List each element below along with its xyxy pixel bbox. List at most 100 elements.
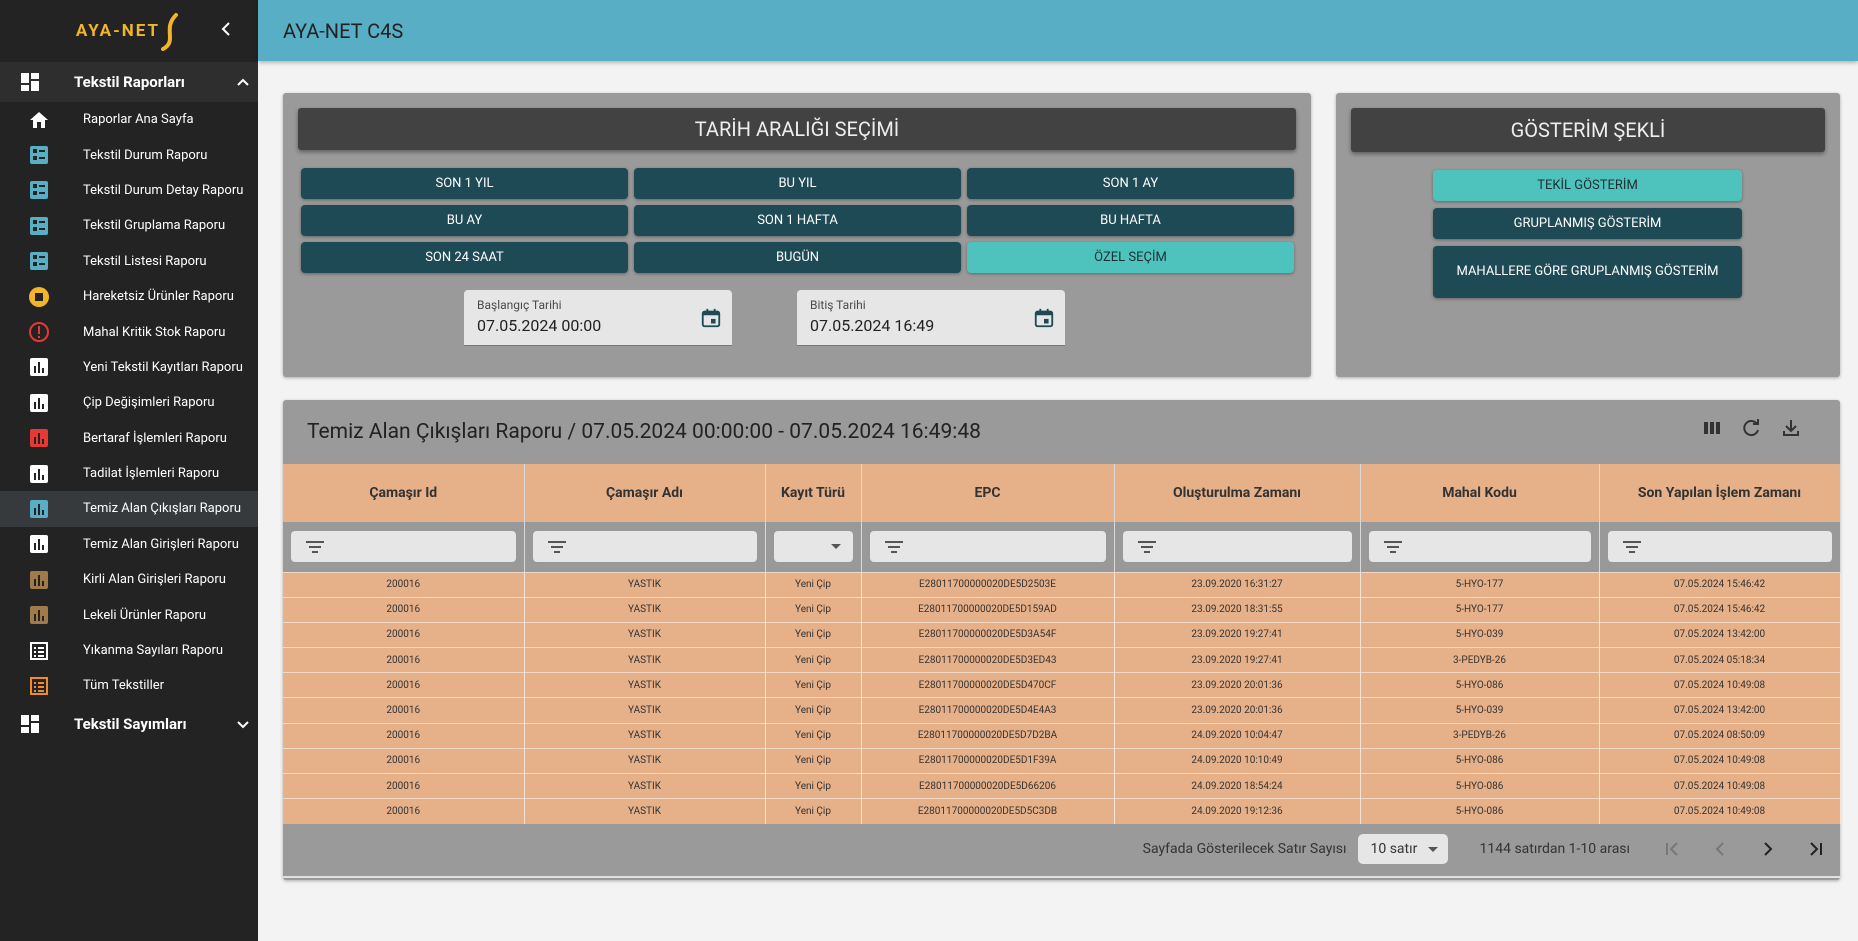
date-range-button[interactable]: SON 1 HAFTA	[634, 205, 961, 236]
nav-group-tekstil-raporlari[interactable]: Tekstil Raporları	[0, 62, 258, 102]
table-row[interactable]: 200016 YASTIK Yeni Çip E28011700000020DE5D4…	[283, 672, 1841, 698]
date-range-button[interactable]: BUGÜN	[634, 242, 961, 273]
sidebar-item-8[interactable]: Çip Değişimleri Raporu	[0, 385, 258, 420]
date-range-button[interactable]: SON 1 AY	[967, 168, 1294, 199]
date-range-button[interactable]: BU YIL	[634, 168, 961, 199]
collapse-sidebar-icon[interactable]	[218, 20, 236, 38]
table-cell: E28011700000020DE5D470CF	[861, 672, 1115, 698]
sidebar-item-11[interactable]: Temiz Alan Çıkışları Raporu	[0, 491, 258, 527]
table-cell: E28011700000020DE5D159AD	[861, 596, 1115, 623]
table-cell: 23.09.2020 19:27:41	[1114, 621, 1361, 648]
view-mode-buttons: TEKİL GÖSTERİM GRUPLANMIŞ GÖSTERİM MAHALLE…	[1433, 170, 1742, 298]
start-date-value[interactable]: 07.05.2024 00:00	[477, 316, 601, 335]
logo-swoosh-icon	[161, 13, 179, 51]
table-cell: 5-HYO-086	[1360, 672, 1600, 698]
refresh-icon[interactable]	[1739, 416, 1763, 440]
bar-chart-icon	[28, 427, 50, 449]
table-row[interactable]: 200016 YASTIK Yeni Çip E28011700000020DE5D4…	[283, 697, 1841, 724]
checklist-icon	[28, 215, 50, 237]
column-filter-input[interactable]	[291, 531, 516, 563]
first-page-button[interactable]	[1648, 834, 1696, 864]
rows-per-page-select[interactable]: 10 satır	[1357, 834, 1448, 864]
view-mode-button[interactable]: TEKİL GÖSTERİM	[1433, 170, 1742, 201]
sidebar-item-10[interactable]: Tadilat İşlemleri Raporu	[0, 456, 258, 491]
kayit-turu-filter-select[interactable]	[773, 531, 853, 563]
calendar-icon[interactable]	[700, 307, 722, 329]
table-cell: Yeni Çip	[765, 722, 862, 749]
view-mode-button[interactable]: MAHALLERE GÖRE GRUPLANMIŞ GÖSTERİM	[1433, 246, 1742, 298]
sidebar-item-13[interactable]: Kirli Alan Girişleri Raporu	[0, 562, 258, 597]
next-page-button[interactable]	[1744, 834, 1792, 864]
column-filter-input[interactable]	[1607, 531, 1832, 563]
sidebar-item-7[interactable]: Yeni Tekstil Kayıtları Raporu	[0, 350, 258, 385]
last-page-button[interactable]	[1792, 834, 1840, 864]
table-cell: 5-HYO-177	[1360, 596, 1600, 623]
sidebar-item-2[interactable]: Tekstil Durum Detay Raporu	[0, 173, 258, 208]
column-filter-input[interactable]	[532, 531, 757, 563]
sidebar-item-14[interactable]: Lekeli Ürünler Raporu	[0, 597, 258, 632]
table-row[interactable]: 200016 YASTIK Yeni Çip E28011700000020DE5D6…	[283, 772, 1841, 799]
download-icon[interactable]	[1779, 416, 1803, 440]
column-filter-input[interactable]	[1368, 531, 1591, 563]
column-filter-input[interactable]	[1122, 531, 1352, 563]
column-header[interactable]: Kayıt Türü	[765, 464, 862, 522]
column-filter-input[interactable]	[869, 531, 1106, 563]
sidebar-header: AYA-NET	[0, 0, 258, 62]
date-range-button[interactable]: BU AY	[301, 205, 628, 236]
table-row[interactable]: 200016 YASTIK Yeni Çip E28011700000020DE5D1…	[283, 596, 1841, 623]
chevron-down-icon[interactable]	[234, 715, 252, 733]
table-row[interactable]: 200016 YASTIK Yeni Çip E28011700000020DE5D7…	[283, 722, 1841, 749]
report-panel: Temiz Alan Çıkışları Raporu / 07.05.2024…	[283, 400, 1841, 880]
calendar-icon[interactable]	[1033, 307, 1055, 329]
table-cell: 07.05.2024 15:46:42	[1599, 571, 1841, 598]
sidebar-item-15[interactable]: Yıkanma Sayıları Raporu	[0, 633, 258, 668]
view-mode-button[interactable]: GRUPLANMIŞ GÖSTERİM	[1433, 208, 1742, 239]
table-cell: 5-HYO-177	[1360, 571, 1600, 598]
report-table: Çamaşır Id Çamaşır Adı Kayıt Türü EPC Oluştu…	[283, 464, 1841, 824]
sidebar-item-9[interactable]: Bertaraf İşlemleri Raporu	[0, 421, 258, 456]
table-row[interactable]: 200016 YASTIK Yeni Çip E28011700000020DE5D5…	[283, 798, 1841, 824]
end-date-value[interactable]: 07.05.2024 16:49	[810, 316, 934, 335]
sidebar-item-16[interactable]: Tüm Tekstiller	[0, 668, 258, 703]
column-header[interactable]: EPC	[861, 464, 1115, 522]
table-header-row: Çamaşır Id Çamaşır Adı Kayıt Türü EPC Oluştu…	[283, 464, 1841, 522]
sidebar-item-0[interactable]: Raporlar Ana Sayfa	[0, 102, 258, 137]
sidebar-item-6[interactable]: Mahal Kritik Stok Raporu	[0, 314, 258, 349]
table-cell: YASTIK	[524, 571, 766, 598]
filter-icon	[884, 540, 903, 553]
start-date-field[interactable]: Başlangıç Tarihi 07.05.2024 00:00	[464, 290, 732, 346]
column-header[interactable]: Mahal Kodu	[1360, 464, 1600, 522]
end-date-field[interactable]: Bitiş Tarihi 07.05.2024 16:49	[797, 290, 1065, 346]
column-header[interactable]: Son Yapılan İşlem Zamanı	[1599, 464, 1841, 522]
table-cell: YASTIK	[524, 647, 766, 673]
table-row[interactable]: 200016 YASTIK Yeni Çip E28011700000020DE5D3…	[283, 647, 1841, 673]
stop-circle-icon	[28, 286, 50, 308]
date-range-button[interactable]: SON 1 YIL	[301, 168, 628, 199]
sidebar-item-label: Temiz Alan Girişleri Raporu	[83, 536, 239, 552]
column-header[interactable]: Çamaşır Adı	[524, 464, 766, 522]
previous-page-button[interactable]	[1696, 834, 1744, 864]
nav-group-tekstil-sayimlari[interactable]: Tekstil Sayımları	[0, 703, 258, 744]
date-range-button[interactable]: SON 24 SAAT	[301, 242, 628, 273]
date-range-button[interactable]: BU HAFTA	[967, 205, 1294, 236]
column-header[interactable]: Çamaşır Id	[283, 464, 525, 522]
logo-text: AYA-NET	[75, 21, 161, 41]
chevron-up-icon[interactable]	[234, 73, 252, 91]
columns-icon[interactable]	[1700, 416, 1724, 440]
column-header[interactable]: Oluşturulma Zamanı	[1114, 464, 1361, 522]
sidebar-item-label: Mahal Kritik Stok Raporu	[83, 324, 226, 340]
sidebar: AYA-NET Tekstil Raporları Raporlar Ana S…	[0, 0, 258, 941]
bar-chart-icon	[28, 604, 50, 626]
date-range-button[interactable]: ÖZEL SEÇİM	[967, 242, 1294, 273]
sidebar-item-5[interactable]: Hareketsiz Ürünler Raporu	[0, 279, 258, 314]
sidebar-item-label: Yeni Tekstil Kayıtları Raporu	[83, 359, 243, 375]
sidebar-item-3[interactable]: Tekstil Gruplama Raporu	[0, 208, 258, 243]
table-cell: 5-HYO-086	[1360, 772, 1600, 799]
sidebar-item-4[interactable]: Tekstil Listesi Raporu	[0, 244, 258, 279]
end-date-label: Bitiş Tarihi	[810, 298, 866, 312]
sidebar-item-12[interactable]: Temiz Alan Girişleri Raporu	[0, 527, 258, 562]
table-row[interactable]: 200016 YASTIK Yeni Çip E28011700000020DE5D3…	[283, 621, 1841, 648]
table-row[interactable]: 200016 YASTIK Yeni Çip E28011700000020DE5D1…	[283, 747, 1841, 774]
sidebar-item-1[interactable]: Tekstil Durum Raporu	[0, 137, 258, 172]
table-row[interactable]: 200016 YASTIK Yeni Çip E28011700000020DE5D2…	[283, 571, 1841, 598]
